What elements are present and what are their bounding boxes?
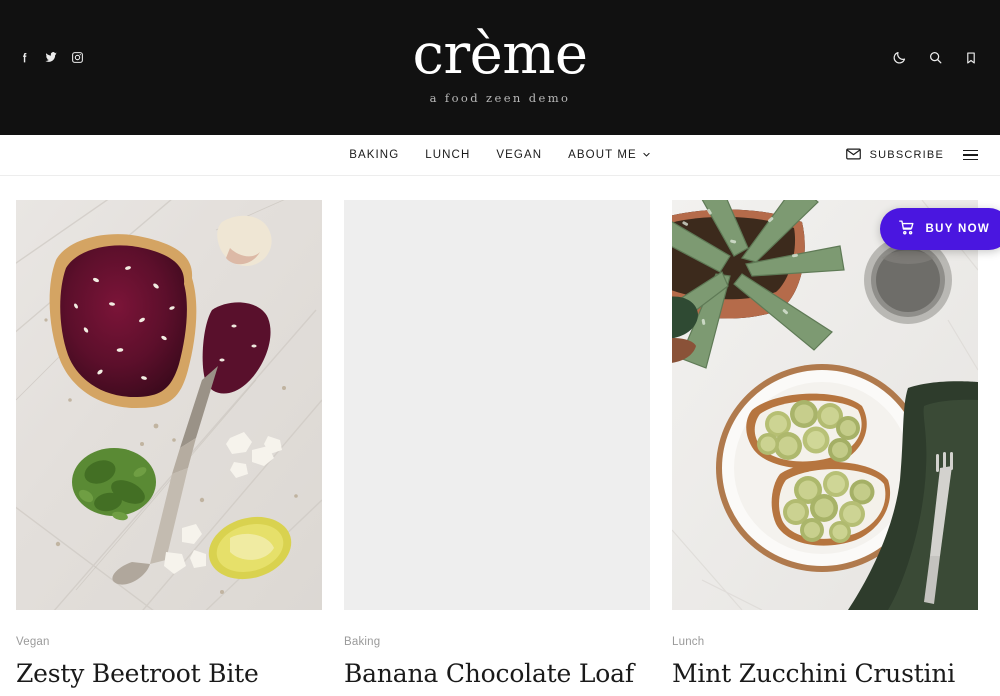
post-card: Lunch Mint Zucchini Crustini — [672, 200, 978, 689]
site-masthead: crème a food zeen demo — [0, 0, 1000, 135]
hamburger-menu-icon[interactable] — [963, 149, 978, 161]
page-root: crème a food zeen demo BAKING LUNCH VEGA… — [0, 0, 1000, 696]
nav-right-group: SUBSCRIBE — [845, 135, 978, 175]
chevron-down-icon — [642, 150, 651, 162]
post-thumbnail-banana[interactable] — [344, 200, 650, 610]
beetroot-toast-image — [16, 200, 322, 610]
post-category[interactable]: Vegan — [16, 636, 322, 648]
post-category[interactable]: Lunch — [672, 636, 978, 648]
site-tagline: a food zeen demo — [429, 91, 571, 105]
site-title: crème — [412, 22, 588, 87]
post-grid: Vegan Zesty Beetroot Bite Baking Banana … — [0, 176, 1000, 689]
shopping-cart-icon — [898, 219, 915, 239]
dark-mode-icon[interactable] — [892, 50, 907, 65]
nav-item-lunch[interactable]: LUNCH — [425, 149, 470, 161]
nav-item-label: BAKING — [349, 149, 400, 161]
post-card: Vegan Zesty Beetroot Bite — [16, 200, 322, 689]
post-card: Baking Banana Chocolate Loaf — [344, 200, 650, 689]
twitter-icon[interactable] — [44, 50, 58, 64]
nav-links: BAKING LUNCH VEGAN ABOUT ME — [349, 149, 651, 161]
search-icon[interactable] — [928, 50, 943, 65]
post-title[interactable]: Mint Zucchini Crustini — [672, 658, 978, 689]
nav-item-baking[interactable]: BAKING — [349, 149, 399, 161]
main-navigation: BAKING LUNCH VEGAN ABOUT ME SUBSCRIBE — [0, 135, 1000, 176]
zucchini-crostini-image — [672, 200, 978, 610]
header-utilities — [892, 50, 978, 65]
bookmark-icon[interactable] — [964, 51, 978, 65]
nav-item-about-me[interactable]: ABOUT ME — [568, 149, 651, 161]
post-category[interactable]: Baking — [344, 636, 650, 648]
facebook-icon[interactable] — [18, 51, 31, 64]
buy-now-label: BUY NOW — [925, 223, 990, 235]
post-thumbnail-beetroot[interactable] — [16, 200, 322, 610]
subscribe-button[interactable]: SUBSCRIBE — [845, 148, 944, 163]
post-title[interactable]: Zesty Beetroot Bite — [16, 658, 322, 689]
post-thumbnail-zucchini[interactable] — [672, 200, 978, 610]
post-title[interactable]: Banana Chocolate Loaf — [344, 658, 650, 689]
nav-item-label: LUNCH — [425, 149, 471, 161]
site-brand[interactable]: crème a food zeen demo — [412, 22, 588, 106]
social-links — [18, 50, 84, 64]
nav-item-label: VEGAN — [496, 149, 543, 161]
nav-item-label: ABOUT ME — [568, 149, 637, 161]
buy-now-button[interactable]: BUY NOW — [879, 208, 1000, 250]
envelope-icon — [845, 148, 861, 163]
nav-item-vegan[interactable]: VEGAN — [496, 149, 542, 161]
subscribe-label: SUBSCRIBE — [869, 149, 944, 161]
instagram-icon[interactable] — [71, 51, 84, 64]
